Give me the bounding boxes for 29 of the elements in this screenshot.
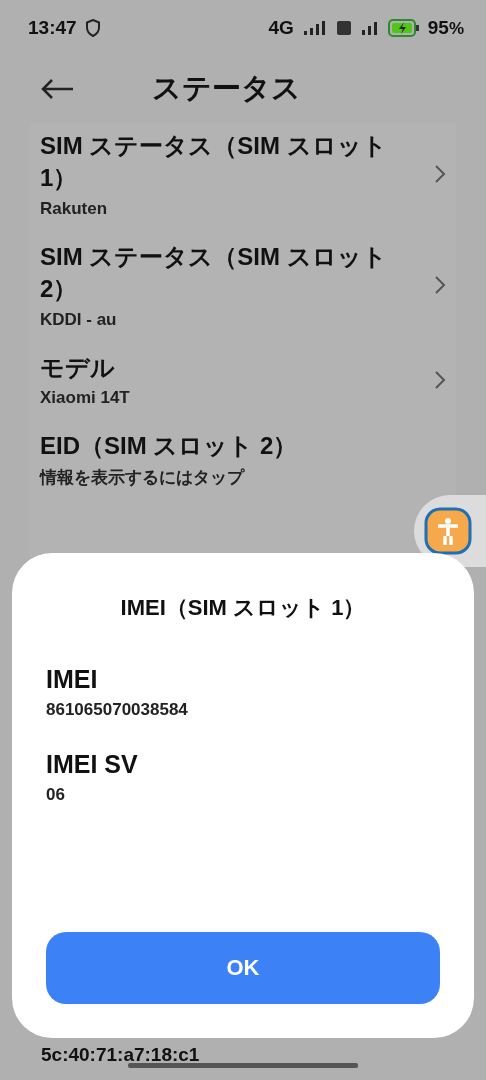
- row-title: SIM ステータス（SIM スロット 1）: [40, 131, 388, 194]
- network-type: 4G: [268, 17, 294, 39]
- accessibility-icon[interactable]: [424, 507, 472, 555]
- dialog-title: IMEI（SIM スロット 1）: [119, 594, 367, 622]
- row-title: SIM ステータス（SIM スロット 2）: [40, 241, 388, 305]
- field-label: IMEI: [46, 665, 99, 694]
- signal-icon: [301, 20, 328, 36]
- settings-row[interactable]: SIM ステータス（SIM スロット 1） Rakuten: [40, 122, 446, 233]
- row-title: EID（SIM スロット 2）: [40, 430, 299, 461]
- status-time: 13:47: [28, 17, 77, 39]
- field-value: 861065070038584: [46, 700, 189, 720]
- settings-row[interactable]: モデル Xiaomi 14T: [40, 343, 446, 422]
- signal-icon: [359, 20, 380, 36]
- field-value: 06: [46, 785, 66, 805]
- ok-button[interactable]: OK: [46, 932, 440, 1004]
- page-title: ステータス: [152, 71, 301, 106]
- battery-charging-icon: [387, 19, 420, 37]
- row-value: Xiaomi 14T: [40, 387, 131, 408]
- shield-icon: [84, 19, 101, 37]
- back-arrow-icon[interactable]: [40, 78, 74, 100]
- row-value: KDDI - au: [40, 309, 118, 330]
- settings-row[interactable]: SIM ステータス（SIM スロット 2） KDDI - au: [40, 232, 446, 344]
- row-title: モデル: [40, 352, 116, 383]
- battery-percent: 95%: [427, 17, 464, 39]
- row-value: 5c:40:71:a7:18:c1: [41, 1045, 200, 1064]
- settings-row[interactable]: EID（SIM スロット 2） 情報を表示するにはタップ: [40, 421, 446, 504]
- row-value: 情報を表示するにはタップ: [40, 467, 246, 490]
- row-value: Rakuten: [40, 198, 109, 219]
- field-label: IMEI SV: [46, 750, 139, 779]
